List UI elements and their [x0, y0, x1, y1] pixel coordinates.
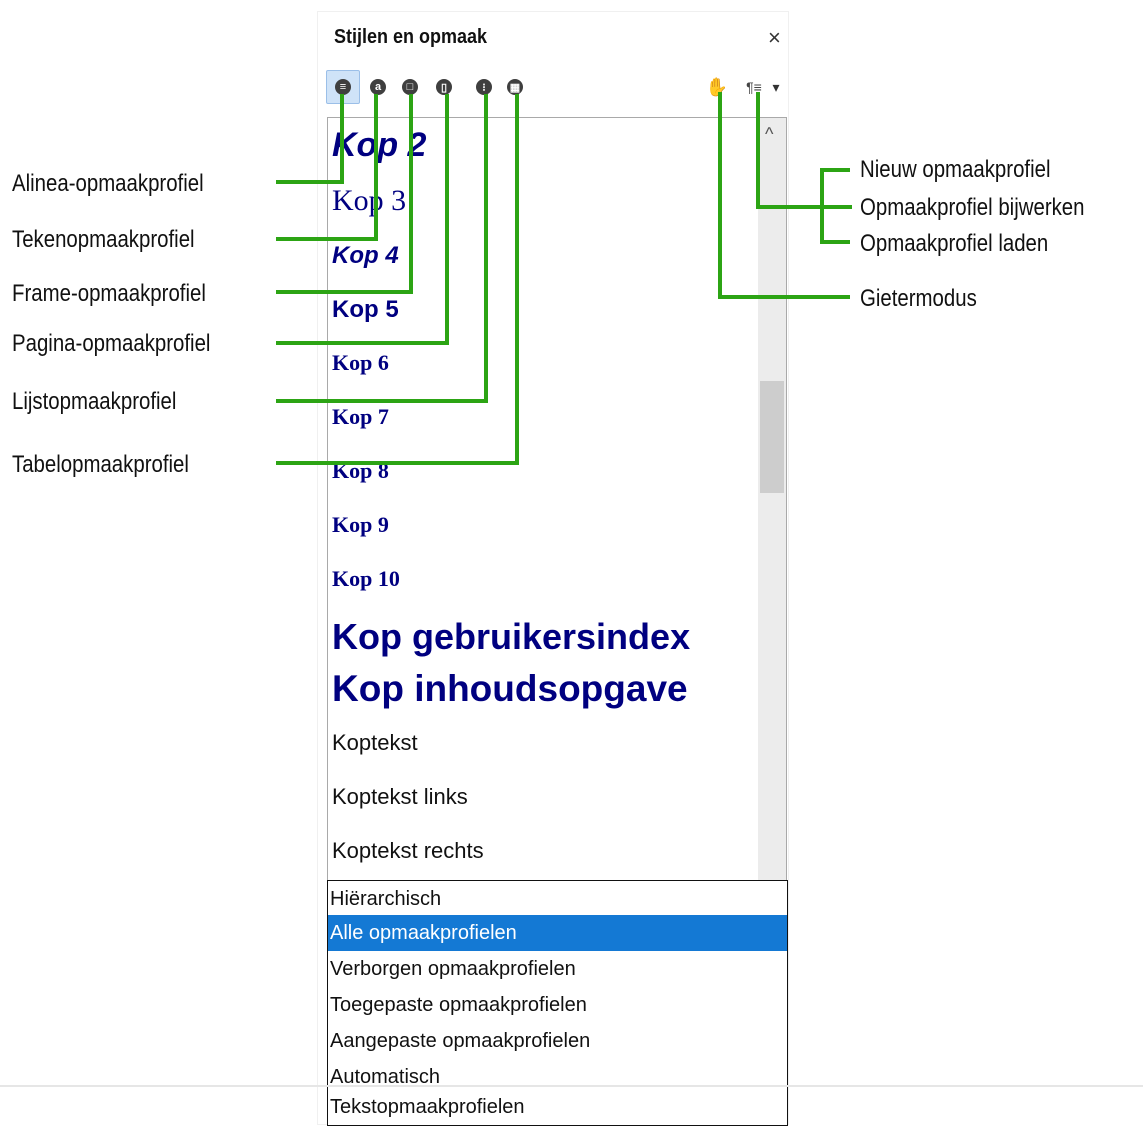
filter-option-selected[interactable]: Alle opmaakprofielen [328, 915, 787, 951]
list-item[interactable]: Koptekst rechts [332, 838, 484, 864]
page-styles-icon: ▯ [436, 79, 452, 95]
filter-option[interactable]: Toegepaste opmaakprofielen [328, 987, 787, 1023]
callout-line [515, 94, 519, 465]
list-item[interactable]: Koptekst links [332, 784, 468, 810]
list-item[interactable]: Kop 7 [332, 404, 389, 430]
callout-new-style: Nieuw opmaakprofiel [860, 156, 1051, 183]
callout-line [718, 92, 722, 299]
filter-option[interactable]: Verborgen opmaakprofielen [328, 951, 787, 987]
callout-line [756, 92, 760, 209]
character-styles-button[interactable]: a [366, 75, 390, 99]
callout-line [276, 180, 342, 184]
paragraph-styles-icon: ≡ [335, 79, 351, 95]
frame-styles-icon: □ [402, 79, 418, 95]
callout-line [276, 341, 447, 345]
list-item[interactable]: Kop inhoudsopgave [332, 668, 688, 710]
page-styles-button[interactable]: ▯ [432, 75, 456, 99]
list-item[interactable]: Kop 5 [332, 296, 399, 324]
scroll-up-icon[interactable]: ^ [765, 124, 773, 145]
list-item[interactable]: Kop 9 [332, 512, 389, 538]
filter-option[interactable]: Hiërarchisch [328, 881, 787, 917]
callout-line [718, 295, 850, 299]
callout-frame-styles: Frame-opmaakprofiel [12, 280, 206, 307]
list-item[interactable]: Koptekst [332, 730, 418, 756]
callout-page-styles: Pagina-opmaakprofiel [12, 330, 211, 357]
panel-title: Stijlen en opmaak [334, 26, 488, 48]
fill-format-mode-icon[interactable]: ✋ [705, 75, 729, 99]
callout-line [276, 237, 376, 241]
list-styles-icon: ⁝ [476, 79, 492, 95]
callout-line [820, 240, 850, 244]
list-item[interactable]: Kop gebruikersindex [332, 616, 690, 658]
list-item[interactable]: Kop 6 [332, 350, 389, 376]
callout-line [484, 94, 488, 403]
callout-paragraph-styles: Alinea-opmaakprofiel [12, 170, 204, 197]
scrollbar-thumb[interactable] [760, 381, 784, 493]
callout-line [276, 290, 411, 294]
callout-line [756, 205, 852, 209]
list-item[interactable]: Kop 10 [332, 566, 400, 592]
callout-line [409, 94, 413, 294]
style-actions-dropdown-icon[interactable]: ▾ [768, 75, 784, 99]
callout-table-styles: Tabelopmaakprofiel [12, 451, 189, 478]
callout-line [820, 168, 850, 172]
list-item[interactable]: Kop 4 [332, 242, 399, 270]
divider [0, 1085, 1143, 1087]
filter-option[interactable]: Aangepaste opmaakprofielen [328, 1023, 787, 1059]
callout-line [276, 461, 517, 465]
list-item[interactable]: Kop 3 [332, 184, 406, 218]
filter-option[interactable]: Tekstopmaakprofielen [328, 1089, 787, 1125]
list-scrollbar[interactable]: ^ [758, 117, 787, 881]
callout-list-styles: Lijstopmaakprofiel [12, 388, 177, 415]
character-styles-icon: a [370, 79, 386, 95]
new-style-icon[interactable]: ¶≡ [741, 75, 767, 99]
callout-line [445, 94, 449, 345]
styles-list[interactable]: Kop 2 Kop 3 Kop 4 Kop 5 Kop 6 Kop 7 Kop … [327, 117, 758, 881]
callout-line [340, 94, 344, 184]
callout-fill-format-mode: Gietermodus [860, 285, 977, 312]
callout-line [276, 399, 486, 403]
table-styles-icon: ▦ [507, 79, 523, 95]
callout-character-styles: Tekenopmaakprofiel [12, 226, 195, 253]
close-icon[interactable]: × [768, 25, 781, 51]
callout-load-styles: Opmaakprofiel laden [860, 230, 1049, 257]
callout-update-style: Opmaakprofiel bijwerken [860, 194, 1085, 221]
callout-line [374, 94, 378, 241]
filter-dropdown[interactable]: Hiërarchisch Alle opmaakprofielen Verbor… [327, 880, 788, 1126]
